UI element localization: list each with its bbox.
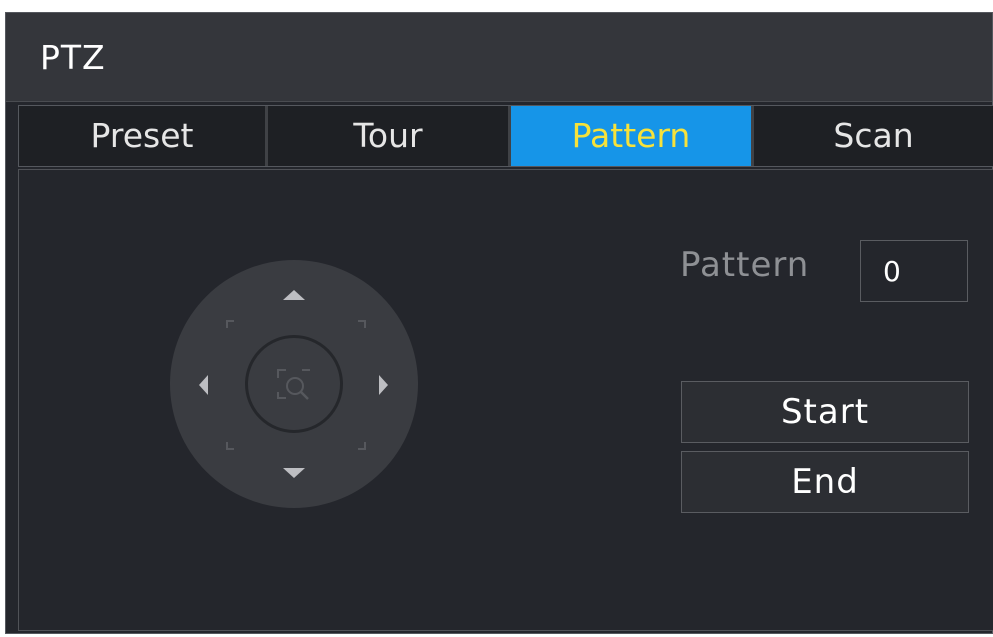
arrow-down-right-icon[interactable] — [358, 442, 366, 450]
tab-preset[interactable]: Preset — [19, 106, 265, 166]
arrow-down-icon[interactable] — [283, 468, 305, 478]
zoom-icon — [277, 369, 310, 400]
title-bar: PTZ — [6, 13, 992, 102]
arrow-up-right-icon[interactable] — [358, 320, 366, 328]
tab-pattern[interactable]: Pattern — [511, 106, 751, 166]
start-button[interactable]: Start — [681, 381, 969, 443]
arrow-right-icon[interactable] — [379, 375, 388, 395]
end-button[interactable]: End — [681, 451, 969, 513]
tab-bar: Preset Tour Pattern Scan — [18, 105, 993, 167]
arrow-up-icon[interactable] — [283, 290, 305, 300]
arrow-up-left-icon[interactable] — [226, 320, 234, 328]
arrow-down-left-icon[interactable] — [226, 442, 234, 450]
ptz-direction-pad — [170, 260, 418, 508]
pattern-number-input[interactable]: 0 — [860, 240, 968, 302]
window-title: PTZ — [40, 38, 106, 77]
tab-scan[interactable]: Scan — [754, 106, 993, 166]
arrow-left-icon[interactable] — [199, 375, 208, 395]
zoom-button[interactable] — [245, 335, 343, 433]
pattern-label: Pattern — [680, 245, 810, 285]
ptz-window: PTZ Preset Tour Pattern Scan — [5, 12, 993, 634]
tab-tour[interactable]: Tour — [268, 106, 508, 166]
